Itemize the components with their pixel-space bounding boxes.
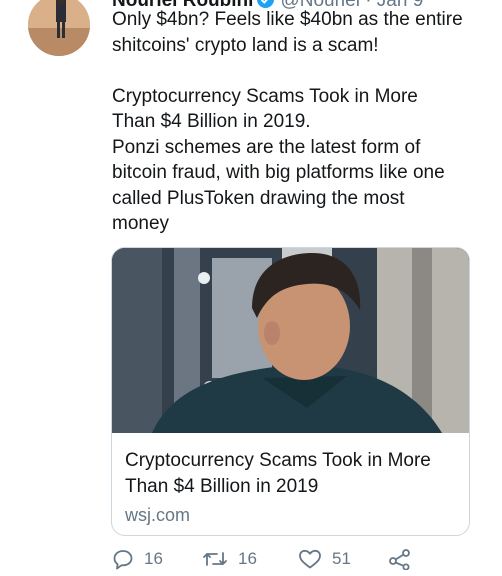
like-count: 51 xyxy=(332,549,351,568)
reply-icon xyxy=(112,548,134,570)
reply-count: 16 xyxy=(144,549,163,568)
card-title: Cryptocurrency Scams Took in More Than $… xyxy=(125,450,431,497)
tweet-text: Only $4bn? Feels like $40bn as the entir… xyxy=(112,9,463,234)
retweet-count: 16 xyxy=(238,549,257,568)
retweet-icon xyxy=(202,548,228,570)
share-button[interactable] xyxy=(388,548,412,570)
author-avatar[interactable] xyxy=(28,0,90,56)
card-image xyxy=(112,248,469,433)
link-card[interactable]: Cryptocurrency Scams Took in More Than $… xyxy=(111,247,470,536)
like-button[interactable]: 51 xyxy=(298,548,351,570)
reply-button[interactable]: 16 xyxy=(112,548,163,570)
card-domain: wsj.com xyxy=(125,505,191,525)
share-icon xyxy=(388,548,412,570)
retweet-button[interactable]: 16 xyxy=(202,548,257,570)
like-icon xyxy=(298,548,322,570)
